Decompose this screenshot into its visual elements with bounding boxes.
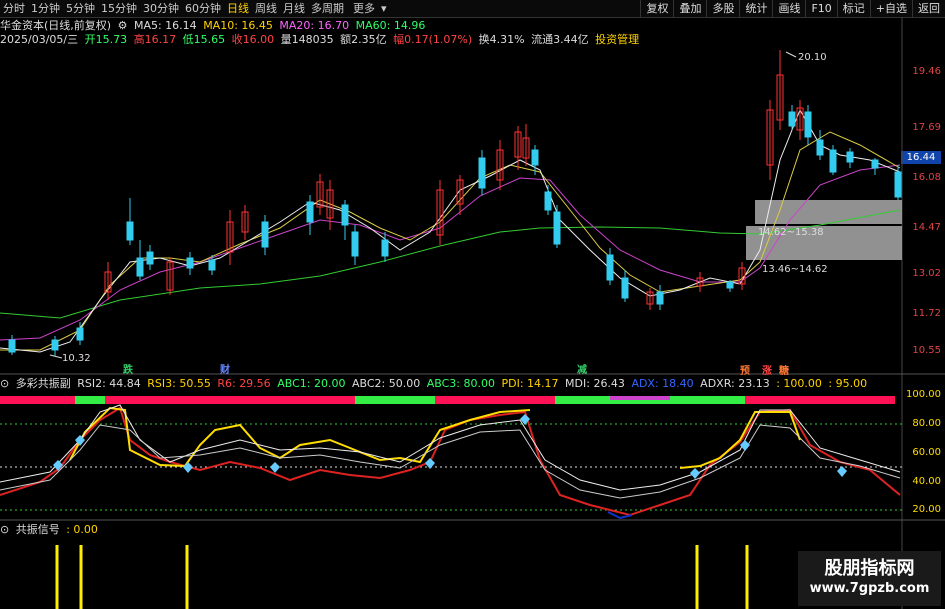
chart-canvas <box>0 17 945 609</box>
indicator-tick: 20.00 <box>912 504 941 515</box>
indicator-collapse-icon[interactable]: ⊙ <box>0 377 9 390</box>
event-marker[interactable]: 跌 <box>123 361 133 376</box>
range-label-upper: 14.62~15.38 <box>758 227 824 238</box>
indicator-tick: 100.00 <box>906 389 941 400</box>
abc1-value: ABC1: 20.00 <box>277 377 346 390</box>
rsi-yellow-line <box>69 406 531 468</box>
event-marker[interactable]: 糖 <box>779 362 789 377</box>
abc3-value: ABC3: 80.00 <box>426 377 495 390</box>
adxr-value: ADXR: 23.13 <box>700 377 770 390</box>
pdi-value: PDI: 14.17 <box>501 377 559 390</box>
indicator-tick: 80.00 <box>912 418 941 429</box>
event-marker[interactable]: 预 <box>740 362 750 377</box>
adx-value: ADX: 18.40 <box>631 377 694 390</box>
range-box-upper <box>755 200 902 224</box>
rsi3-value: RSI3: 50.55 <box>147 377 211 390</box>
watermark-cn: 股朋指标网 <box>824 558 915 579</box>
high-pointer <box>785 51 797 58</box>
v95-value: : 95.00 <box>828 377 868 390</box>
r6-value: R6: 29.56 <box>217 377 271 390</box>
low-pointer <box>49 354 63 359</box>
signal-name[interactable]: 共振信号 <box>16 523 60 536</box>
abc-gray-line <box>0 424 901 499</box>
indicator-gridlines <box>0 423 902 511</box>
abc-white-line <box>0 404 901 491</box>
indicator-axis: 100.00 80.00 60.00 40.00 20.00 <box>903 0 945 520</box>
signal-collapse-icon[interactable]: ⊙ <box>0 523 9 536</box>
event-marker[interactable]: 财 <box>220 361 230 376</box>
rsi-yellow-line-2 <box>679 411 801 469</box>
watermark-logo: 股朋指标网 www.7gpzb.com <box>798 551 941 606</box>
event-marker[interactable]: 减 <box>577 361 587 376</box>
indicator-tick: 40.00 <box>912 476 941 487</box>
signal-value: : 0.00 <box>66 523 98 536</box>
signal-bars <box>55 545 749 609</box>
indicator-tick: 60.00 <box>912 447 941 458</box>
signal-header: ⊙ 共振信号 : 0.00 <box>0 523 101 537</box>
indicator-header: ⊙ 多彩共振副 RSI2: 44.84 RSI3: 50.55 R6: 29.5… <box>0 377 870 391</box>
v100-value: : 100.00 <box>776 377 822 390</box>
watermark-url: www.7gpzb.com <box>809 581 930 596</box>
range-label-lower: 13.46~14.62 <box>762 264 828 275</box>
mdi-value: MDI: 26.43 <box>565 377 625 390</box>
resonance-bar <box>0 396 895 404</box>
low-price-label: 10.32 <box>62 353 91 364</box>
event-marker[interactable]: 涨 <box>762 362 772 377</box>
indicator-name[interactable]: 多彩共振副 <box>16 377 71 390</box>
abc2-value: ABC2: 50.00 <box>351 377 421 390</box>
high-price-label: 20.10 <box>798 52 827 63</box>
rsi2-value: RSI2: 44.84 <box>77 377 141 390</box>
